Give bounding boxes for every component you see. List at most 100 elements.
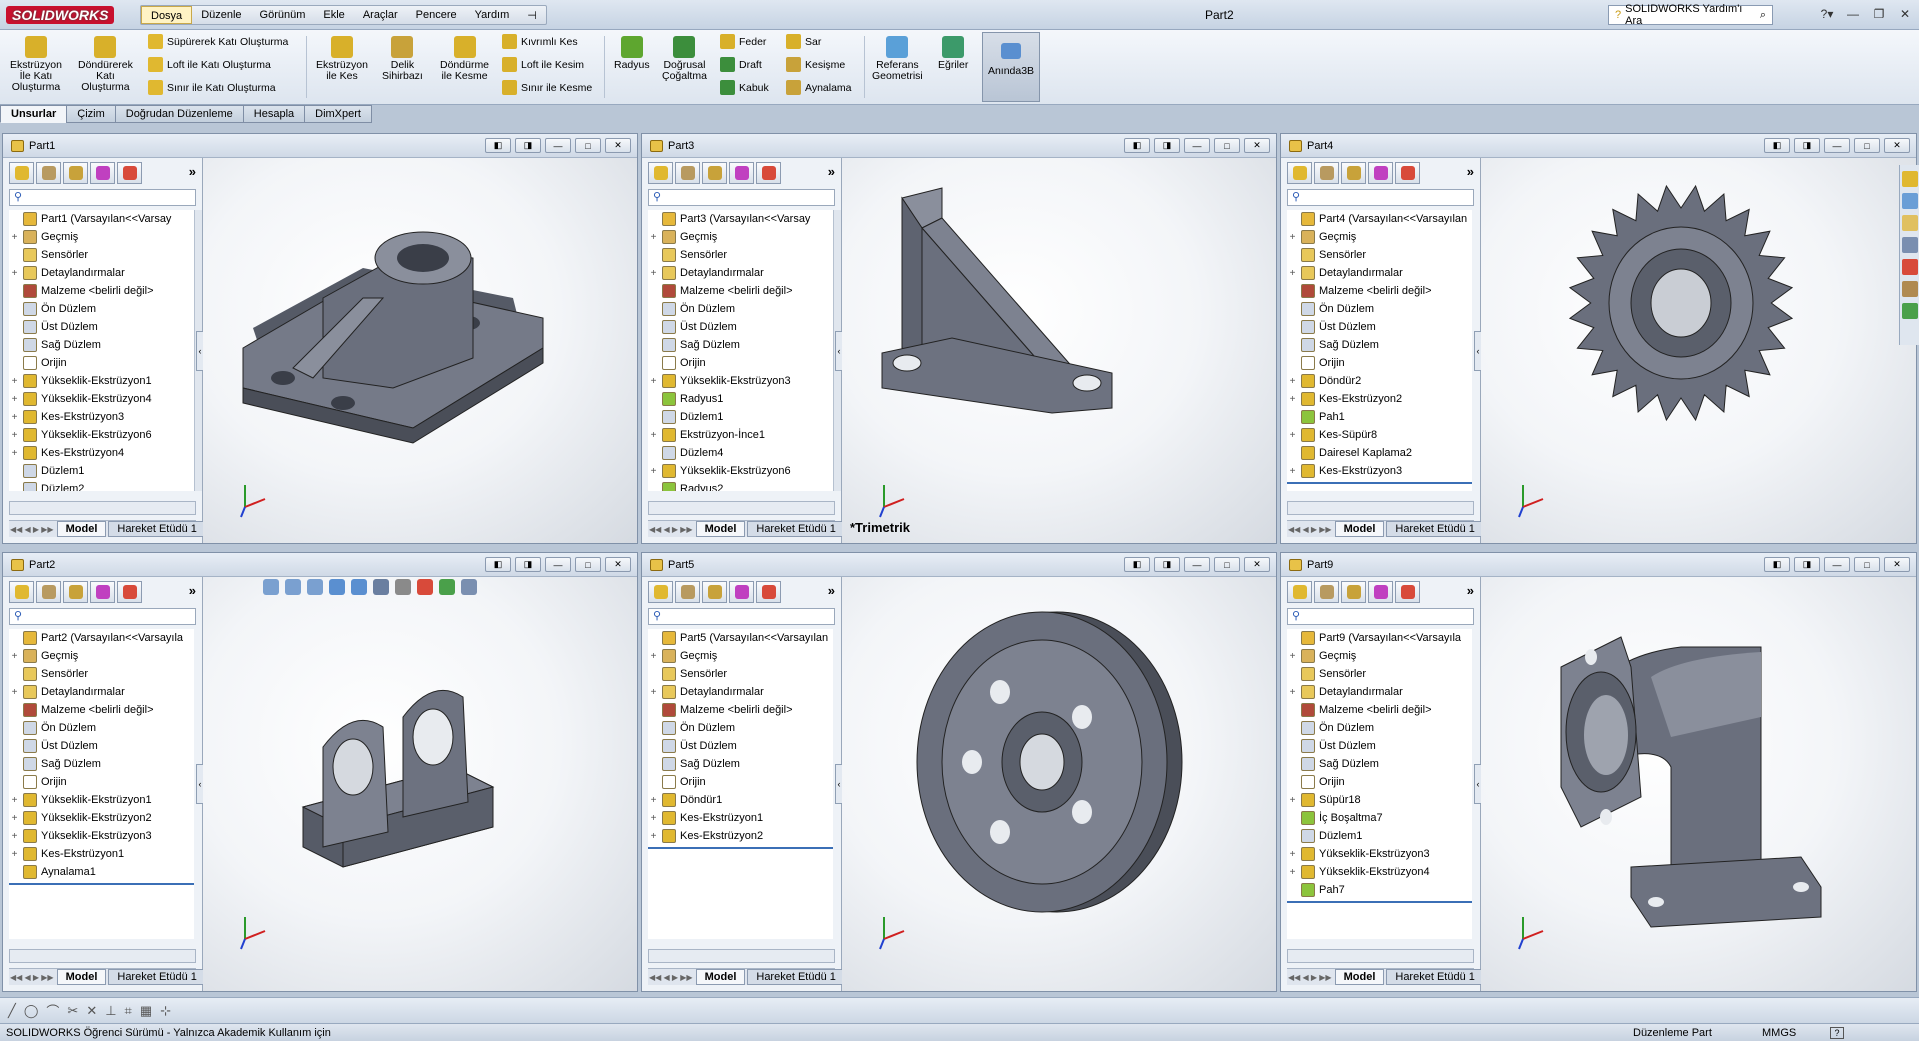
- dimxpert-tab-icon[interactable]: [729, 162, 754, 184]
- expand-icon[interactable]: +: [9, 651, 20, 662]
- configurationmanager-tab-icon[interactable]: [1341, 581, 1366, 603]
- hole-button[interactable]: Delik Sihirbazı: [382, 36, 423, 82]
- expand-icon[interactable]: +: [9, 687, 20, 698]
- tree-horizontal-scrollbar[interactable]: [1287, 501, 1474, 515]
- tree-item[interactable]: + Kes-Ekstrüzyon1: [9, 845, 194, 863]
- tree-item[interactable]: Ön Düzlem: [9, 719, 194, 737]
- featuremanager-tab-icon[interactable]: [1287, 162, 1312, 184]
- tree-item[interactable]: + Yükseklik-Ekstrüzyon4: [1287, 863, 1472, 881]
- expand-icon[interactable]: +: [648, 651, 659, 662]
- menu-item[interactable]: Ekle: [314, 6, 353, 24]
- propertymanager-tab-icon[interactable]: [1314, 581, 1339, 603]
- rollback-bar[interactable]: [9, 883, 194, 885]
- tree-item[interactable]: Sensörler: [1287, 246, 1472, 264]
- fillet-button[interactable]: Radyus: [614, 36, 650, 71]
- tree-item[interactable]: + Detaylandırmalar: [1287, 264, 1472, 282]
- tree-item[interactable]: Radyus1: [648, 390, 833, 408]
- motion-study-tab[interactable]: Hareket Etüdü 1: [1386, 969, 1484, 985]
- cutext-button[interactable]: Ekstrüzyon ile Kes: [316, 36, 368, 82]
- expand-icon[interactable]: +: [1287, 268, 1298, 279]
- tree-item[interactable]: Pah1: [1287, 408, 1472, 426]
- tile-left-icon[interactable]: ◧: [1124, 557, 1150, 572]
- forum-icon[interactable]: [1902, 303, 1918, 319]
- tree-item[interactable]: Sensörler: [9, 665, 194, 683]
- tree-item[interactable]: Üst Düzlem: [1287, 318, 1472, 336]
- tree-item[interactable]: + Detaylandırmalar: [1287, 683, 1472, 701]
- tree-item[interactable]: + Detaylandırmalar: [648, 264, 833, 282]
- tree-item[interactable]: Orijin: [9, 354, 194, 372]
- tree-item[interactable]: + Döndür1: [648, 791, 833, 809]
- tree-item[interactable]: Ön Düzlem: [1287, 719, 1472, 737]
- tree-item[interactable]: + Geçmiş: [1287, 228, 1472, 246]
- motion-study-tab[interactable]: Hareket Etüdü 1: [747, 969, 845, 985]
- motion-study-tab[interactable]: Hareket Etüdü 1: [108, 521, 206, 537]
- expand-icon[interactable]: +: [1287, 466, 1298, 477]
- tree-item[interactable]: Malzeme <belirli değil>: [648, 701, 833, 719]
- ribbon-small-button[interactable]: Sınır ile Kesme: [502, 80, 592, 95]
- apply-scene-icon[interactable]: [439, 579, 455, 595]
- expand-icon[interactable]: +: [1287, 867, 1298, 878]
- tile-right-icon[interactable]: ◨: [1794, 557, 1820, 572]
- tree-item[interactable]: Malzeme <belirli değil>: [9, 282, 194, 300]
- dimxpert-tab-icon[interactable]: [1368, 162, 1393, 184]
- propertymanager-tab-icon[interactable]: [36, 162, 61, 184]
- tree-item[interactable]: + Detaylandırmalar: [9, 683, 194, 701]
- close-icon[interactable]: ✕: [1244, 557, 1270, 572]
- tree-item[interactable]: Düzlem1: [9, 462, 194, 480]
- expand-icon[interactable]: +: [9, 394, 20, 405]
- expand-icon[interactable]: +: [648, 831, 659, 842]
- graphics-area[interactable]: [1481, 577, 1916, 991]
- menu-item[interactable]: Dosya: [141, 6, 193, 24]
- tree-item[interactable]: + Yükseklik-Ekstrüzyon1: [9, 372, 194, 390]
- tree-item[interactable]: + Yükseklik-Ekstrüzyon3: [9, 827, 194, 845]
- motion-study-tab[interactable]: Hareket Etüdü 1: [747, 521, 845, 537]
- curves-button[interactable]: Eğriler: [938, 36, 968, 71]
- tree-item[interactable]: Düzlem2: [9, 480, 194, 491]
- expand-icon[interactable]: +: [9, 232, 20, 243]
- solidworks-logo[interactable]: SOLIDWORKS: [6, 6, 115, 24]
- tree-item[interactable]: Üst Düzlem: [9, 318, 194, 336]
- expand-icon[interactable]: +: [1287, 687, 1298, 698]
- line-icon[interactable]: ╱: [8, 1003, 16, 1019]
- ribbon-small-button[interactable]: Kıvrımlı Kes: [502, 34, 578, 49]
- grid-icon[interactable]: ▦: [140, 1003, 152, 1019]
- close-icon[interactable]: ✕: [1884, 557, 1910, 572]
- dimxpert-tab-icon[interactable]: [729, 581, 754, 603]
- document-window-title[interactable]: Part5 ◧ ◨ — □ ✕: [642, 553, 1276, 577]
- tree-item[interactable]: + Kes-Ekstrüzyon3: [1287, 462, 1472, 480]
- restore-icon[interactable]: ❐: [1867, 4, 1891, 24]
- revcut-button[interactable]: Döndürme ile Kesme: [440, 36, 489, 82]
- motion-study-tab[interactable]: Hareket Etüdü 1: [1386, 521, 1484, 537]
- view-palette-icon[interactable]: [1902, 237, 1918, 253]
- tab-0[interactable]: Unsurlar: [0, 105, 68, 123]
- tree-item[interactable]: Orijin: [1287, 773, 1472, 791]
- tree-item[interactable]: Sağ Düzlem: [648, 755, 833, 773]
- help-search-input[interactable]: ? SOLIDWORKS Yardım'ı Ara ⌕: [1608, 3, 1773, 27]
- tab-2[interactable]: Doğrudan Düzenleme: [114, 105, 244, 123]
- expand-icon[interactable]: +: [1287, 394, 1298, 405]
- search-icon[interactable]: ⌕: [1760, 9, 1766, 22]
- maximize-icon[interactable]: □: [1214, 138, 1240, 153]
- zoom-area-icon[interactable]: [285, 579, 301, 595]
- question-icon[interactable]: ?▾: [1815, 4, 1839, 24]
- minimize-icon[interactable]: —: [1184, 138, 1210, 153]
- expand-icon[interactable]: +: [648, 268, 659, 279]
- featuremanager-tab-icon[interactable]: [1287, 581, 1312, 603]
- chevron-right-icon[interactable]: »: [1467, 164, 1474, 179]
- unit-system[interactable]: MMGS: [1762, 1027, 1796, 1039]
- chevron-right-icon[interactable]: »: [828, 583, 835, 598]
- chevron-right-icon[interactable]: »: [189, 164, 196, 179]
- tile-right-icon[interactable]: ◨: [1794, 138, 1820, 153]
- tree-item[interactable]: + Kes-Ekstrüzyon4: [9, 444, 194, 462]
- document-window-title[interactable]: Part4 ◧ ◨ — □ ✕: [1281, 134, 1916, 158]
- minimize-icon[interactable]: —: [1824, 557, 1850, 572]
- ribbon-small-button[interactable]: Draft: [720, 57, 762, 72]
- model-tab[interactable]: Model: [56, 969, 107, 985]
- tab-3[interactable]: Hesapla: [242, 105, 306, 123]
- model-tab[interactable]: Model: [695, 969, 746, 985]
- maximize-icon[interactable]: □: [1214, 557, 1240, 572]
- part4-model[interactable]: [1541, 163, 1821, 443]
- extrude-button[interactable]: Ekstrüzyon İle Katı Oluşturma: [10, 36, 62, 93]
- ribbon-small-button[interactable]: Loft ile Kesim: [502, 57, 584, 72]
- menu-item[interactable]: Yardım: [466, 6, 519, 24]
